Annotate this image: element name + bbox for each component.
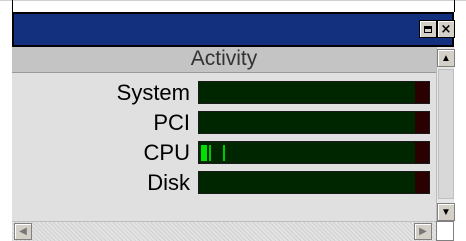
scroll-left-button[interactable]: ◀ [14,223,32,240]
row-label: System [116,80,190,105]
window-right-edge [454,0,455,12]
panel-header: Activity [12,47,436,73]
scroll-down-button[interactable]: ▼ [437,203,455,221]
row-label: PCI [153,110,190,135]
bar-end [415,112,429,133]
scroll-right-button[interactable]: ▶ [414,223,432,240]
activity-panel: Activity System PCI CPU Disk ▲ ▼ ◀ ▶ [12,47,455,241]
row-label: CPU [143,140,190,165]
row-disk: Disk [12,169,436,197]
scroll-thumb[interactable] [438,69,454,199]
vertical-scrollbar[interactable]: ▲ ▼ [436,47,455,221]
activity-bar-disk [198,171,430,194]
window-top-edge [0,0,466,1]
bar-end [415,82,429,103]
title-bar[interactable]: × [12,12,455,47]
row-system: System [12,79,436,107]
app-window: × Activity System PCI CPU Disk ▲ ▼ ◀ ▶ [0,0,466,241]
activity-bar-pci [198,111,430,134]
scroll-up-button[interactable]: ▲ [437,49,455,67]
scroll-corner [436,221,454,241]
horizontal-scrollbar[interactable]: ◀ ▶ [12,221,436,241]
close-icon: × [440,21,452,37]
activity-bar-cpu [198,141,430,164]
left-arrow-icon: ◀ [19,226,27,237]
row-pci: PCI [12,109,436,137]
down-arrow-icon: ▼ [441,206,451,218]
window-left-edge [12,0,13,12]
cpu-activity-tick [223,145,225,161]
row-cpu: CPU [12,139,436,167]
cpu-activity-tick [209,145,211,161]
bar-end [415,172,429,193]
maximize-button[interactable] [419,20,437,38]
bar-end [415,142,429,163]
cpu-activity-fill [201,145,207,161]
close-button[interactable]: × [437,20,455,38]
right-arrow-icon: ▶ [419,226,427,237]
row-label: Disk [147,170,190,195]
up-arrow-icon: ▲ [441,52,451,64]
maximize-icon [424,25,432,33]
activity-bar-system [198,81,430,104]
